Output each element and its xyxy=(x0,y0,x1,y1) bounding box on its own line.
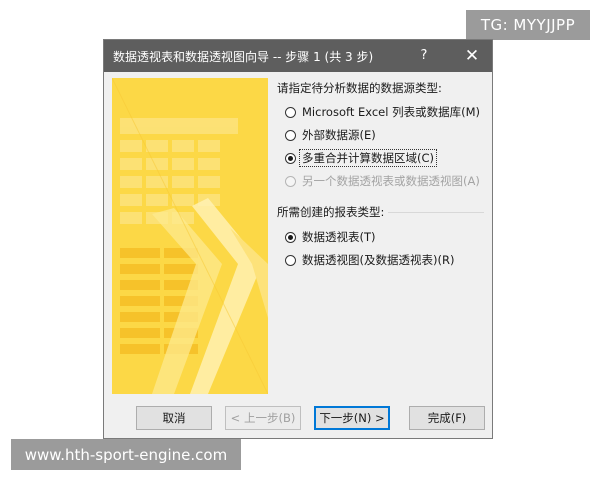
radio-pivot-table[interactable] xyxy=(285,231,296,243)
source-type-heading-text: 请指定待分析数据的数据源类型: xyxy=(277,81,442,95)
report-type-heading: 所需创建的报表类型: xyxy=(277,204,485,220)
site-watermark: www.hth-sport-engine.com xyxy=(11,439,241,470)
source-option-external[interactable]: 外部数据源(E) xyxy=(285,126,376,144)
source-option-another-pivot-label: 另一个数据透视表或数据透视图(A) xyxy=(302,174,480,188)
cancel-button[interactable]: 取消 xyxy=(136,406,212,430)
source-option-consolidation-label: 多重合并计算数据区域(C) xyxy=(299,149,438,167)
back-button: < 上一步(B) xyxy=(225,406,301,430)
report-option-pivot-table-label: 数据透视表(T) xyxy=(302,230,376,244)
radio-external[interactable] xyxy=(285,129,296,141)
radio-another-pivot xyxy=(285,175,296,187)
radio-pivot-chart[interactable] xyxy=(285,254,296,266)
pivot-wizard-dialog: 数据透视表和数据透视图向导 -- 步骤 1 (共 3 步) ? ✕ 请指定待分析… xyxy=(104,40,492,438)
heading-divider xyxy=(388,212,485,213)
wizard-illustration xyxy=(112,78,268,394)
help-button[interactable]: ? xyxy=(410,40,438,72)
radio-excel[interactable] xyxy=(285,106,296,118)
source-option-excel-label: Microsoft Excel 列表或数据库(M) xyxy=(302,105,481,119)
source-type-heading: 请指定待分析数据的数据源类型: xyxy=(277,80,442,96)
next-button[interactable]: 下一步(N) > xyxy=(314,406,390,430)
report-option-pivot-table[interactable]: 数据透视表(T) xyxy=(285,228,376,246)
radio-consolidation[interactable] xyxy=(285,152,296,164)
report-type-heading-text: 所需创建的报表类型: xyxy=(277,205,385,219)
source-option-consolidation[interactable]: 多重合并计算数据区域(C) xyxy=(285,149,438,167)
finish-button[interactable]: 完成(F) xyxy=(409,406,485,430)
title-bar[interactable]: 数据透视表和数据透视图向导 -- 步骤 1 (共 3 步) ? ✕ xyxy=(104,40,492,72)
close-button[interactable]: ✕ xyxy=(456,40,488,72)
source-option-external-label: 外部数据源(E) xyxy=(302,128,376,142)
source-option-another-pivot: 另一个数据透视表或数据透视图(A) xyxy=(285,172,480,190)
tg-badge: TG: MYYJJPP xyxy=(466,10,590,40)
report-option-pivot-chart[interactable]: 数据透视图(及数据透视表)(R) xyxy=(285,251,454,269)
dialog-title: 数据透视表和数据透视图向导 -- 步骤 1 (共 3 步) xyxy=(113,50,374,64)
report-option-pivot-chart-label: 数据透视图(及数据透视表)(R) xyxy=(302,253,455,267)
spreadsheet-graphic xyxy=(112,78,268,394)
source-option-excel[interactable]: Microsoft Excel 列表或数据库(M) xyxy=(285,103,480,121)
